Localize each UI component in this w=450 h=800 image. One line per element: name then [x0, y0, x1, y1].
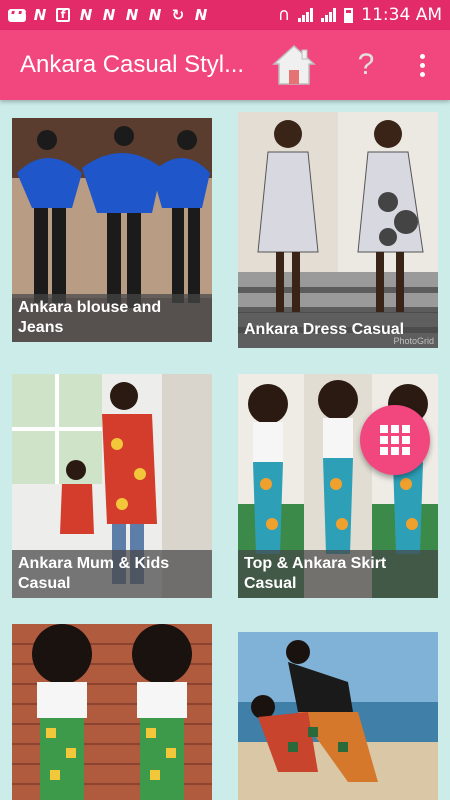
signal-icon: [321, 8, 337, 22]
overflow-menu-button[interactable]: [412, 48, 432, 82]
home-button[interactable]: [272, 44, 316, 86]
clock: 11:34 AM: [361, 5, 442, 25]
category-card[interactable]: [12, 624, 212, 800]
n-icon: N: [194, 6, 208, 24]
message-icon: [8, 3, 31, 22]
overflow-menu-icon: [419, 53, 425, 59]
card-caption: Top & Ankara Skirt Casual: [238, 550, 438, 598]
status-bar: N f N N N N ↻ N ∩ 11:34 AM: [0, 0, 450, 30]
n-icon: N: [79, 6, 93, 24]
n-icon: N: [33, 6, 47, 24]
notification-icons: N f N N N N ↻ N: [0, 3, 210, 24]
card-caption: Ankara Mum & Kids Casual: [12, 550, 212, 598]
watermark: PhotoGrid: [393, 336, 434, 346]
headset-icon: ∩: [277, 5, 291, 25]
category-card[interactable]: Ankara blouse and Jeans: [12, 118, 212, 342]
category-card[interactable]: Ankara Dress Casual PhotoGrid: [238, 112, 438, 348]
n-icon: N: [102, 6, 116, 24]
app-title: Ankara Casual Styl...: [20, 51, 245, 78]
sync-icon: ↻: [171, 6, 185, 24]
card-image: [238, 632, 438, 800]
n-icon: N: [125, 6, 139, 24]
card-caption: Ankara blouse and Jeans: [12, 294, 212, 342]
signal-icon: [298, 8, 314, 22]
app-bar: Ankara Casual Styl... ?: [0, 30, 450, 100]
card-image: [12, 624, 212, 800]
n-icon: N: [148, 6, 162, 24]
facebook-icon: f: [54, 8, 72, 22]
battery-icon: [344, 7, 354, 23]
category-card[interactable]: [238, 632, 438, 800]
home-icon: [272, 44, 316, 85]
grid-apps-icon: [380, 425, 388, 433]
grid-fab-button[interactable]: [360, 405, 430, 475]
category-card[interactable]: Ankara Mum & Kids Casual: [12, 374, 212, 598]
help-button[interactable]: ?: [352, 48, 380, 82]
